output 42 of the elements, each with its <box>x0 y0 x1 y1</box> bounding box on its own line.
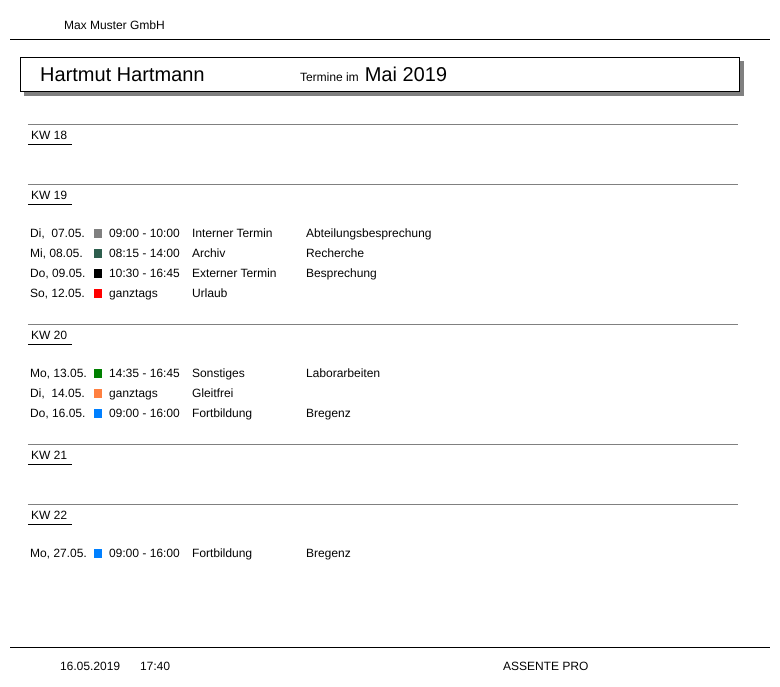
entry-time: ganztags <box>109 286 158 300</box>
entry-type: Urlaub <box>192 286 228 300</box>
entry-time: 09:00 - 16:00 <box>109 406 180 420</box>
entry-type: Fortbildung <box>192 406 252 420</box>
entry-time: ganztags <box>109 386 158 400</box>
entry-date: Mo, 27.05. <box>29 545 88 562</box>
entry-date: Di, 14.05. <box>29 385 86 402</box>
entry-description: Laborarbeiten <box>306 365 380 382</box>
entry-description: Besprechung <box>306 265 377 282</box>
entry-type: Fortbildung <box>192 546 252 560</box>
entry-time: 14:35 - 16:45 <box>109 366 180 380</box>
person-name: Hartmut Hartmann <box>40 62 206 88</box>
entry-date: Di, 07.05. <box>29 225 86 242</box>
entry-time: 09:00 - 10:00 <box>109 226 180 240</box>
entry-type: Sonstiges <box>192 366 245 380</box>
entry-date: Mo, 13.05. <box>29 365 88 382</box>
week-label: KW 19 <box>28 187 72 205</box>
period-title: Mai 2019 <box>364 62 447 88</box>
company-name: Max Muster GmbH <box>64 17 165 34</box>
entry-type: Externer Termin <box>192 266 276 280</box>
entry-date: Do, 16.05. <box>29 405 86 422</box>
entry-description: Bregenz <box>306 405 351 422</box>
entry-description: Recherche <box>306 245 364 262</box>
week-label: KW 22 <box>28 507 72 525</box>
week-label: KW 20 <box>28 327 72 345</box>
week-label: KW 21 <box>28 447 72 465</box>
entry-type: Interner Termin <box>192 226 272 240</box>
entry-description: Abteilungsbesprechung <box>306 225 432 242</box>
entry-time: 08:15 - 14:00 <box>109 246 180 260</box>
entry-time: 10:30 - 16:45 <box>109 266 180 280</box>
product-name: ASSENTE PRO <box>503 658 588 675</box>
entry-date: Mi, 08.05. <box>29 245 84 262</box>
entry-date: So, 12.05. <box>29 285 86 302</box>
entry-date: Do, 09.05. <box>29 265 86 282</box>
print-date: 16.05.2019 <box>60 658 122 675</box>
week-label: KW 18 <box>28 127 72 145</box>
entry-time: 09:00 - 16:00 <box>109 546 180 560</box>
period-prefix: Termine im <box>300 68 359 86</box>
entry-type: Archiv <box>192 246 226 260</box>
entry-description: Bregenz <box>306 545 351 562</box>
print-time: 17:40 <box>140 658 172 675</box>
entry-type: Gleitfrei <box>192 386 234 400</box>
